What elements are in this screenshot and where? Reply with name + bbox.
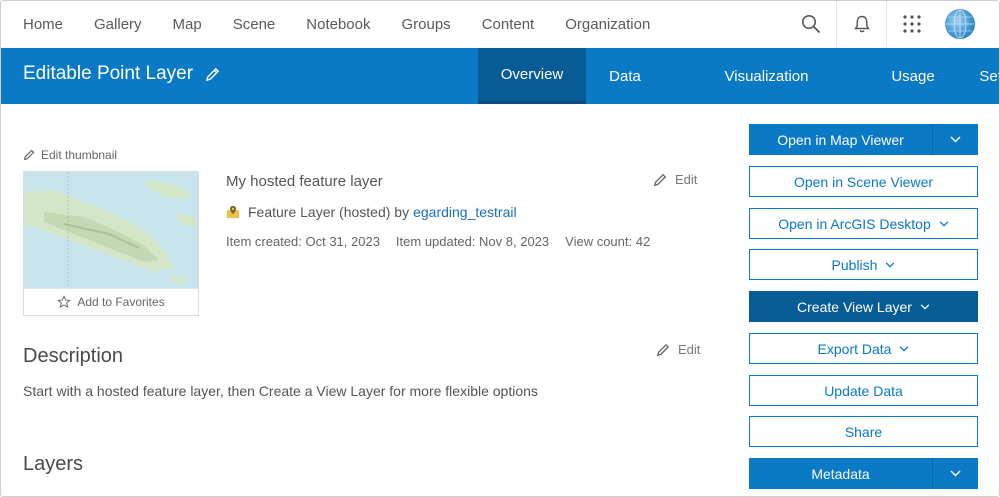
- nav-content[interactable]: Content: [482, 16, 535, 33]
- add-to-favorites-label: Add to Favorites: [77, 295, 165, 309]
- publish-button[interactable]: Publish: [749, 249, 978, 280]
- tab-spacer: [869, 48, 878, 104]
- edit-summary-label: Edit: [675, 172, 698, 187]
- nav-organization[interactable]: Organization: [565, 16, 650, 33]
- open-scene-viewer-button[interactable]: Open in Scene Viewer: [749, 166, 978, 197]
- add-to-favorites-button[interactable]: Add to Favorites: [24, 288, 198, 315]
- pencil-icon: [205, 67, 220, 81]
- chevron-down-icon: [939, 220, 949, 227]
- item-header: Editable Point Layer Overview Data Visua…: [1, 48, 999, 104]
- nav-home[interactable]: Home: [23, 16, 63, 33]
- item-summary: My hosted feature layer: [226, 173, 383, 190]
- item-type-line: Feature Layer (hosted) by egarding_testr…: [226, 204, 517, 220]
- chevron-down-icon: [950, 136, 961, 143]
- open-scene-viewer-label: Open in Scene Viewer: [793, 173, 934, 190]
- publish-label: Publish: [831, 256, 878, 273]
- thumbnail-card: Add to Favorites: [23, 171, 199, 316]
- description-heading: Description: [23, 345, 124, 367]
- share-label: Share: [844, 423, 883, 440]
- tab-overview[interactable]: Overview: [478, 48, 586, 104]
- nav-groups[interactable]: Groups: [401, 16, 450, 33]
- item-metadata: Item created: Oct 31, 2023 Item updated:…: [226, 234, 666, 249]
- globe-avatar-icon: [946, 9, 974, 39]
- nav-notebook[interactable]: Notebook: [306, 16, 370, 33]
- feature-layer-icon: [226, 205, 240, 219]
- chevron-down-icon: [899, 345, 909, 352]
- share-button[interactable]: Share: [749, 416, 978, 447]
- create-view-layer-button[interactable]: Create View Layer: [749, 291, 978, 322]
- top-navigation: Home Gallery Map Scene Notebook Groups C…: [1, 1, 999, 47]
- chevron-down-icon: [950, 470, 961, 477]
- create-view-layer-label: Create View Layer: [797, 298, 912, 315]
- tab-visualization[interactable]: Visualization: [664, 48, 869, 104]
- layers-heading: Layers: [23, 453, 84, 475]
- open-arcgis-desktop-button[interactable]: Open in ArcGIS Desktop: [749, 208, 978, 239]
- edit-thumbnail-label: Edit thumbnail: [41, 148, 118, 162]
- metadata-button[interactable]: Metadata: [749, 458, 932, 489]
- view-count: View count: 42: [565, 234, 651, 249]
- app-grid-icon: [902, 15, 921, 33]
- metadata-dropdown[interactable]: [932, 458, 978, 489]
- pencil-icon: [23, 149, 35, 161]
- item-header-title: Editable Point Layer: [23, 63, 220, 85]
- item-created: Item created: Oct 31, 2023: [226, 234, 380, 249]
- open-map-viewer-split-button: Open in Map Viewer: [749, 124, 978, 155]
- top-navigation-tools: [786, 1, 999, 47]
- edit-thumbnail-link[interactable]: Edit thumbnail: [23, 148, 117, 162]
- tab-settings[interactable]: Settings: [948, 48, 999, 104]
- edit-title-button[interactable]: [205, 67, 220, 82]
- notifications-button[interactable]: [836, 1, 886, 47]
- export-data-label: Export Data: [817, 340, 892, 357]
- edit-description-label: Edit: [678, 342, 701, 357]
- search-icon: [802, 15, 821, 34]
- nav-gallery[interactable]: Gallery: [94, 16, 142, 33]
- edit-description-button[interactable]: Edit: [656, 342, 700, 357]
- app-frame: Home Gallery Map Scene Notebook Groups C…: [0, 0, 1000, 497]
- tab-usage[interactable]: Usage: [878, 48, 948, 104]
- tab-data[interactable]: Data: [586, 48, 664, 104]
- open-map-viewer-button[interactable]: Open in Map Viewer: [749, 124, 932, 155]
- star-icon: [57, 295, 72, 309]
- pencil-icon: [656, 343, 670, 357]
- metadata-split-button: Metadata: [749, 458, 978, 489]
- item-updated: Item updated: Nov 8, 2023: [395, 234, 550, 249]
- nav-items: Home Gallery Map Scene Notebook Groups C…: [1, 16, 681, 33]
- owner-link[interactable]: egarding_testrail: [413, 204, 517, 220]
- edit-summary-button[interactable]: Edit: [653, 172, 697, 187]
- item-type-label: Feature Layer (hosted) by: [248, 204, 410, 220]
- update-data-label: Update Data: [824, 382, 903, 399]
- app-launcher-button[interactable]: [886, 1, 936, 47]
- page-title: Editable Point Layer: [23, 63, 194, 84]
- pencil-icon: [653, 173, 667, 187]
- description-text: Start with a hosted feature layer, then …: [23, 383, 538, 399]
- nav-map[interactable]: Map: [173, 16, 202, 33]
- chevron-down-icon: [920, 303, 930, 310]
- export-data-button[interactable]: Export Data: [749, 333, 978, 364]
- update-data-button[interactable]: Update Data: [749, 375, 978, 406]
- bell-icon: [853, 15, 870, 33]
- nav-scene[interactable]: Scene: [233, 16, 276, 33]
- search-button[interactable]: [786, 1, 836, 47]
- open-arcgis-desktop-label: Open in ArcGIS Desktop: [778, 215, 931, 232]
- thumbnail-map-image: [24, 172, 198, 288]
- item-tabs: Overview Data Visualization Usage Settin…: [478, 48, 999, 104]
- chevron-down-icon: [885, 261, 895, 268]
- open-map-viewer-dropdown[interactable]: [932, 124, 978, 155]
- user-avatar[interactable]: [945, 9, 975, 39]
